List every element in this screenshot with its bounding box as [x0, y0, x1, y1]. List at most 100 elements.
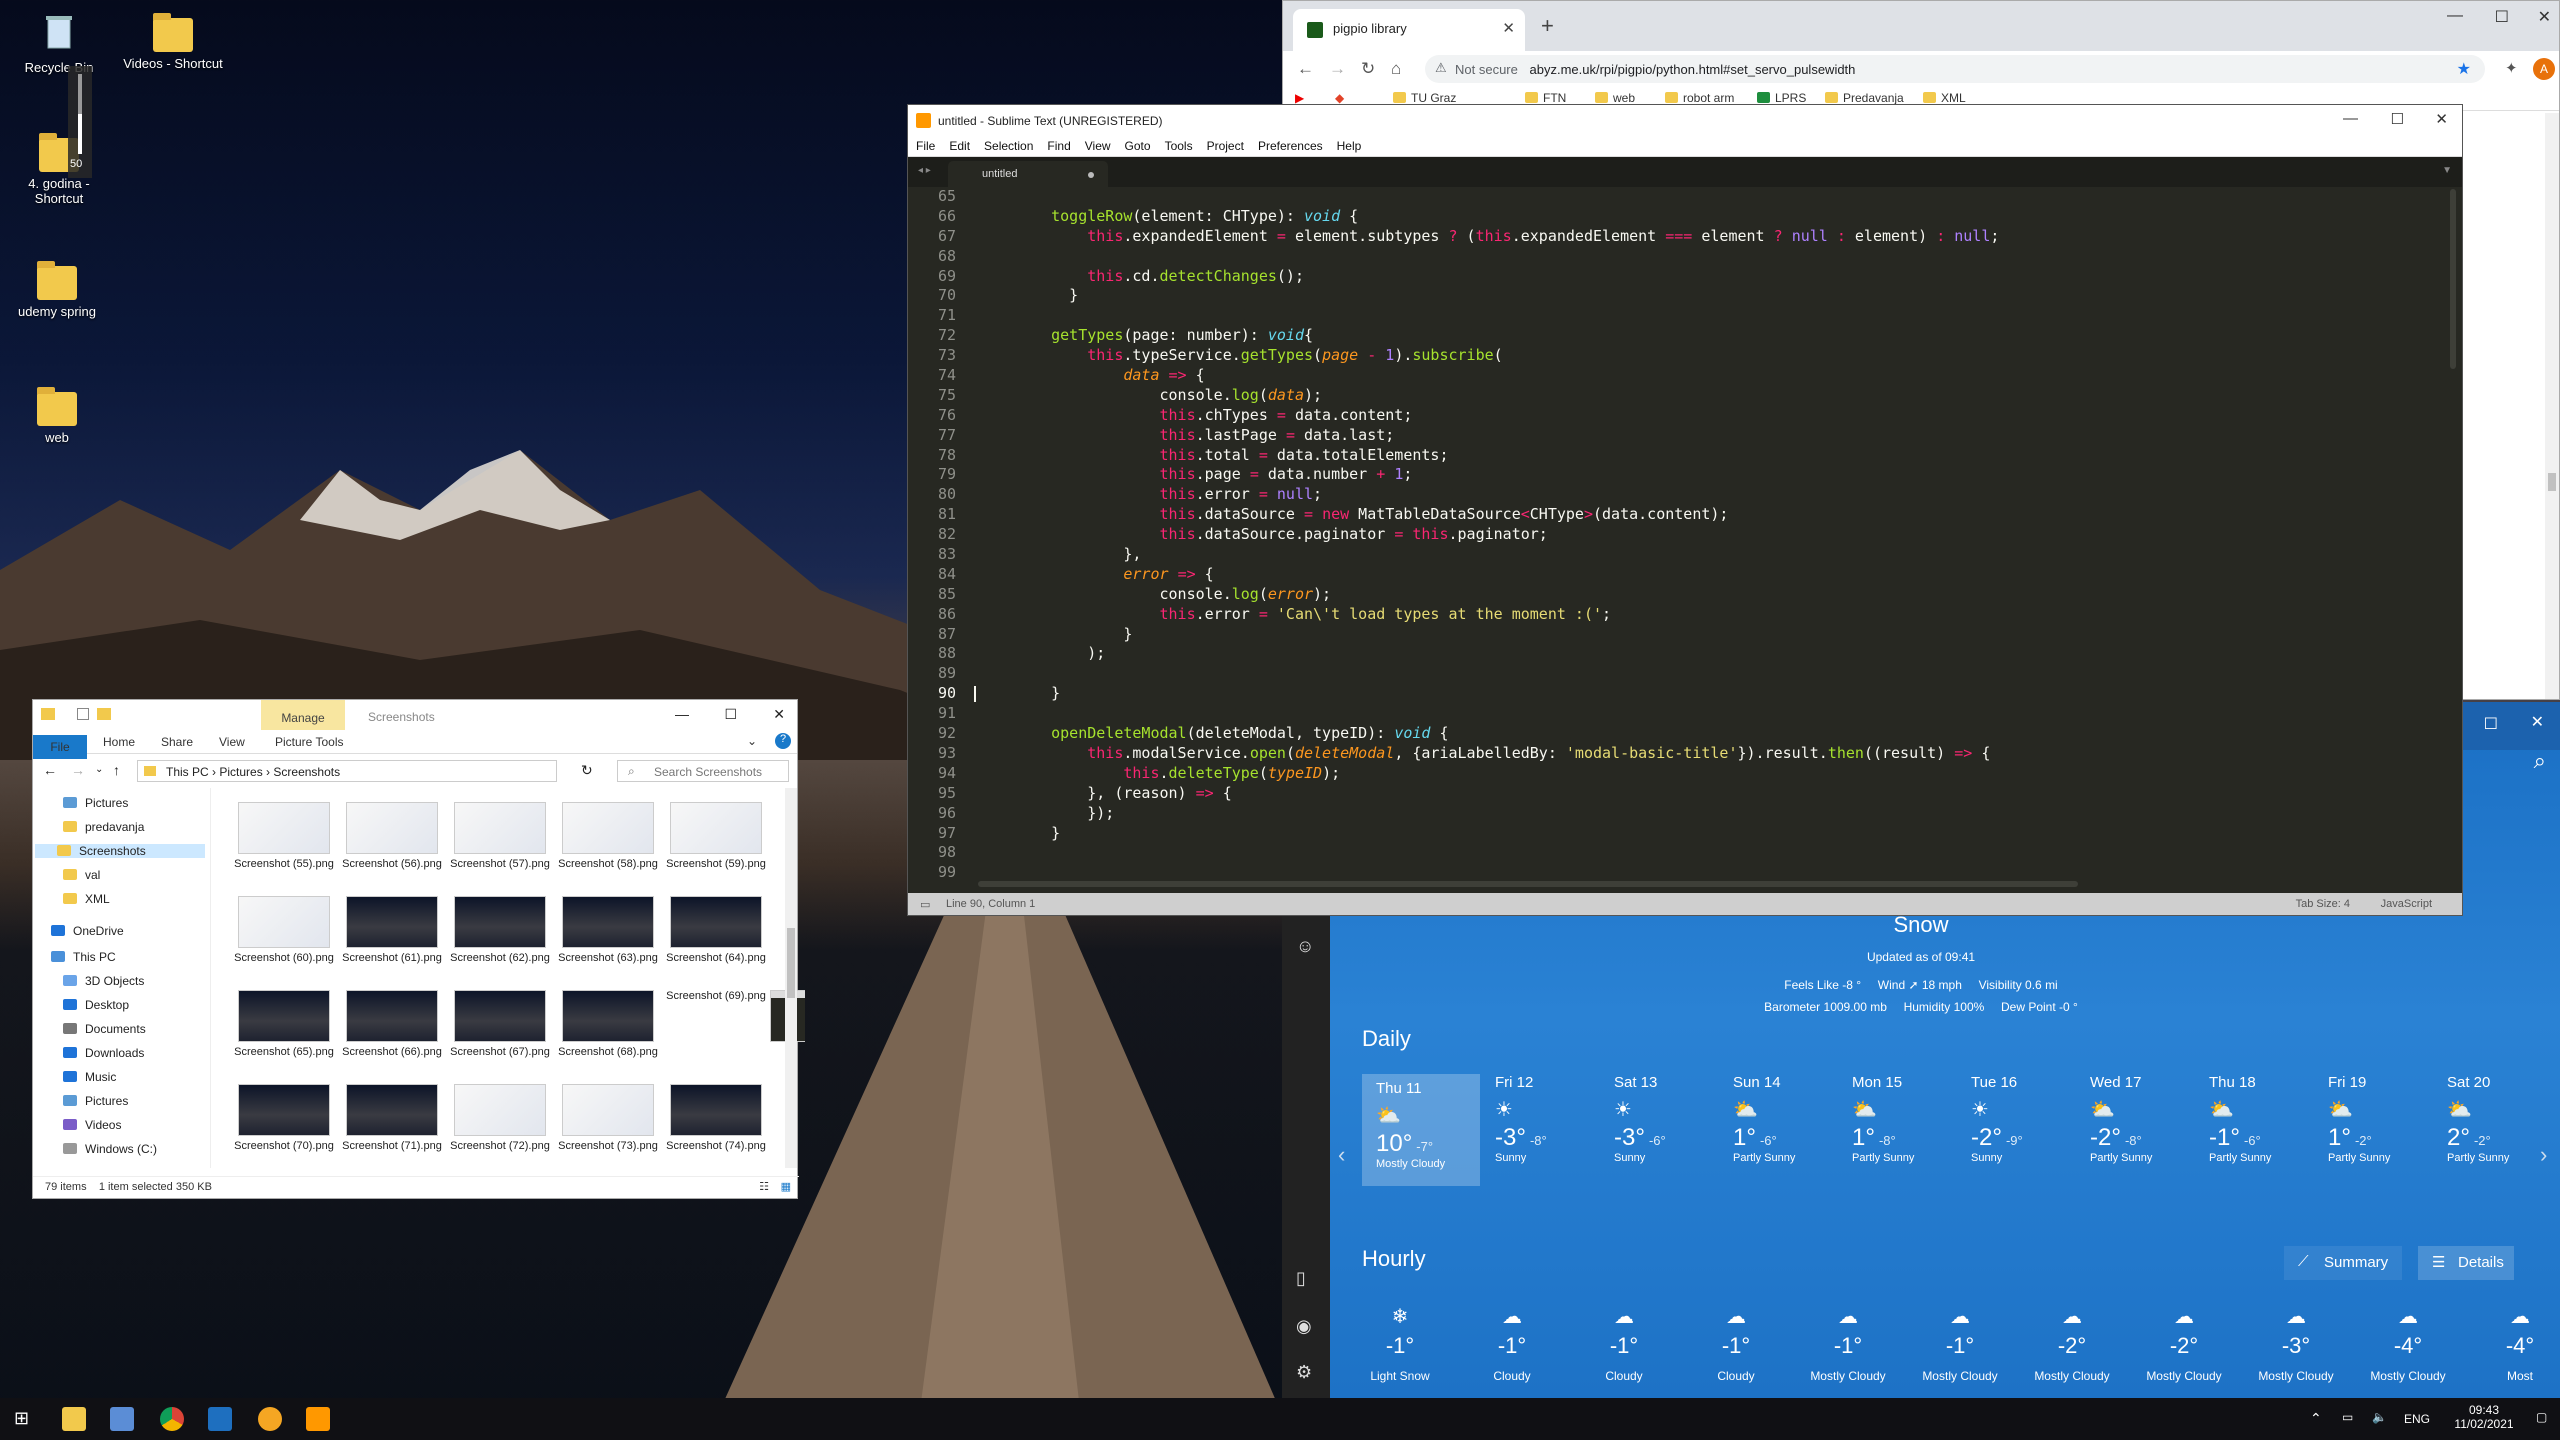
address-bar[interactable]: ⚠ Not secure abyz.me.uk/rpi/pigpio/pytho… [1425, 55, 2485, 83]
menu-project[interactable]: Project [1207, 139, 1244, 153]
thumbnail-item[interactable]: Screenshot (65).png [231, 990, 337, 1058]
bookmark-item[interactable]: XML [1923, 91, 1966, 105]
thumbnail-item[interactable]: Screenshot (67).png [447, 990, 553, 1058]
web-folder[interactable]: web [2, 384, 112, 445]
summary-button[interactable]: ⟋ Summary [2284, 1246, 2403, 1280]
youtube-icon[interactable]: ▶ [1295, 91, 1304, 105]
thumbnail-item[interactable]: Screenshot (58).png [555, 802, 661, 870]
scroll-thumb[interactable] [2548, 473, 2556, 491]
code-line[interactable]: 87 } [908, 625, 2464, 645]
code-line[interactable]: 74 data => { [908, 366, 2464, 386]
address-path[interactable]: This PC › Pictures › Screenshots [137, 760, 557, 782]
daily-forecast-card[interactable]: Thu 18 ⛅ -1° -6° Partly Sunny [2195, 1074, 2313, 1164]
code-line[interactable]: 79 this.page = data.number + 1; [908, 465, 2464, 485]
menu-file[interactable]: File [916, 139, 935, 153]
forward-icon[interactable]: → [71, 762, 85, 778]
nav-item[interactable]: Music [63, 1070, 116, 1084]
close-tab-icon[interactable]: ✕ [1502, 19, 1515, 37]
code-line[interactable]: 66 toggleRow(element: CHType): void { [908, 207, 2464, 227]
code-line[interactable]: 95 }, (reason) => { [908, 784, 2464, 804]
minimize-icon[interactable]: — [675, 706, 689, 722]
store-taskbar-icon[interactable] [208, 1407, 232, 1431]
search-icon[interactable]: ⌕ [2534, 748, 2546, 774]
volume-flyout[interactable]: 50 [68, 66, 92, 178]
maximize-icon[interactable]: ☐ [2495, 7, 2509, 27]
hourly-forecast-item[interactable]: ☁ -3° Mostly Cloudy [2240, 1304, 2352, 1383]
code-line[interactable]: 86 this.error = 'Can\'t load types at th… [908, 605, 2464, 625]
daily-forecast-card[interactable]: Thu 11 ⛅ 10° -7° Mostly Cloudy [1362, 1074, 1480, 1186]
scroll-thumb[interactable] [787, 928, 795, 998]
back-icon[interactable]: ← [43, 762, 57, 778]
code-line[interactable]: 93 this.modalService.open(deleteModal, {… [908, 744, 2464, 764]
nav-item[interactable]: predavanja [63, 820, 144, 834]
bookmark-item[interactable]: Predavanja [1825, 91, 1904, 105]
menu-tools[interactable]: Tools [1165, 139, 1193, 153]
code-line[interactable]: 73 this.typeService.getTypes(page - 1).s… [908, 346, 2464, 366]
code-line[interactable]: 98 [908, 843, 2464, 863]
nav-item[interactable]: Videos [63, 1118, 121, 1132]
code-line[interactable]: 72 getTypes(page: number): void{ [908, 326, 2464, 346]
phone-icon[interactable]: ▯ [1296, 1268, 1306, 1289]
menu-edit[interactable]: Edit [949, 139, 970, 153]
thumbnail-item[interactable]: Screenshot (73).png [555, 1084, 661, 1152]
thumbnail-item[interactable]: Screenshot (64).png [663, 896, 769, 964]
hourly-forecast-item[interactable]: ☁ -2° Mostly Cloudy [2128, 1304, 2240, 1383]
minimize-icon[interactable]: — [2447, 7, 2463, 25]
ribbon-share[interactable]: Share [161, 735, 193, 749]
menu-selection[interactable]: Selection [984, 139, 1033, 153]
path-screenshots[interactable]: Screenshots [273, 765, 340, 779]
code-line[interactable]: 90 } [908, 684, 2464, 704]
page-scrollbar[interactable] [2545, 113, 2559, 699]
thumbnail-item[interactable]: Screenshot (61).png [339, 896, 445, 964]
code-line[interactable]: 76 this.chTypes = data.content; [908, 406, 2464, 426]
syntax-label[interactable]: JavaScript [2381, 898, 2432, 910]
battery-icon[interactable]: ▭ [2342, 1410, 2353, 1424]
thumbnail-item[interactable]: Screenshot (72).png [447, 1084, 553, 1152]
chrome-tab[interactable]: pigpio library ✕ [1293, 9, 1525, 51]
code-line[interactable]: 85 console.log(error); [908, 585, 2464, 605]
code-line[interactable]: 82 this.dataSource.paginator = this.pagi… [908, 525, 2464, 545]
hourly-forecast-item[interactable]: ☁ -4° Most [2464, 1304, 2560, 1383]
clock[interactable]: 09:43 11/02/2021 [2452, 1403, 2516, 1431]
nav-item[interactable]: 3D Objects [63, 974, 144, 988]
nav-item[interactable]: Pictures [63, 796, 128, 810]
udemy-spring-folder[interactable]: udemy spring [2, 258, 112, 319]
code-line[interactable]: 96 }); [908, 804, 2464, 824]
account-icon[interactable]: ◉ [1296, 1316, 1312, 1337]
code-line[interactable]: 78 this.total = data.totalElements; [908, 446, 2464, 466]
notification-icon[interactable]: ▢ [2536, 1410, 2547, 1424]
code-line[interactable]: 65 [908, 187, 2464, 207]
tray-chevron-icon[interactable]: ⌃ [2310, 1410, 2322, 1427]
maximize-icon[interactable]: ☐ [2391, 110, 2404, 128]
nav-item[interactable]: val [63, 868, 100, 882]
bookmark-item[interactable]: web [1595, 91, 1635, 105]
menu-preferences[interactable]: Preferences [1258, 139, 1323, 153]
code-line[interactable]: 81 this.dataSource = new MatTableDataSou… [908, 505, 2464, 525]
thumbnail-item[interactable]: Screenshot (70).png [231, 1084, 337, 1152]
thumbnail-item[interactable]: Screenshot (56).png [339, 802, 445, 870]
hourly-forecast-item[interactable]: ☁ -1° Mostly Cloudy [1792, 1304, 1904, 1383]
nav-item[interactable]: XML [63, 892, 110, 906]
thumbnail-item[interactable]: Screenshot (71).png [339, 1084, 445, 1152]
code-line[interactable]: 91 [908, 704, 2464, 724]
file-explorer-taskbar-icon[interactable] [62, 1407, 86, 1431]
code-line[interactable]: 89 [908, 664, 2464, 684]
code-line[interactable]: 80 this.error = null; [908, 485, 2464, 505]
thumbnail-item[interactable]: Screenshot (57).png [447, 802, 553, 870]
code-line[interactable]: 97 } [908, 824, 2464, 844]
recent-dropdown-icon[interactable]: ⌄ [95, 764, 103, 775]
code-line[interactable]: 69 this.cd.detectChanges(); [908, 267, 2464, 287]
code-line[interactable]: 83 }, [908, 545, 2464, 565]
gear-icon[interactable]: ⚙ [1296, 1362, 1312, 1383]
contacts-taskbar-icon[interactable] [110, 1407, 134, 1431]
properties-icon[interactable] [77, 708, 89, 720]
path-pictures[interactable]: Pictures [219, 765, 262, 779]
recycle-bin-icon[interactable]: Recycle Bin [4, 10, 114, 75]
hourly-forecast-item[interactable]: ☁ -1° Cloudy [1680, 1304, 1792, 1383]
code-line[interactable]: 68 [908, 247, 2464, 267]
back-icon[interactable]: ← [1297, 59, 1314, 79]
gitlab-icon[interactable]: ◆ [1335, 91, 1344, 105]
code-line[interactable]: 77 this.lastPage = data.last; [908, 426, 2464, 446]
details-button[interactable]: ☰ Details [2418, 1246, 2514, 1280]
maximize-icon[interactable]: ☐ [724, 706, 737, 723]
